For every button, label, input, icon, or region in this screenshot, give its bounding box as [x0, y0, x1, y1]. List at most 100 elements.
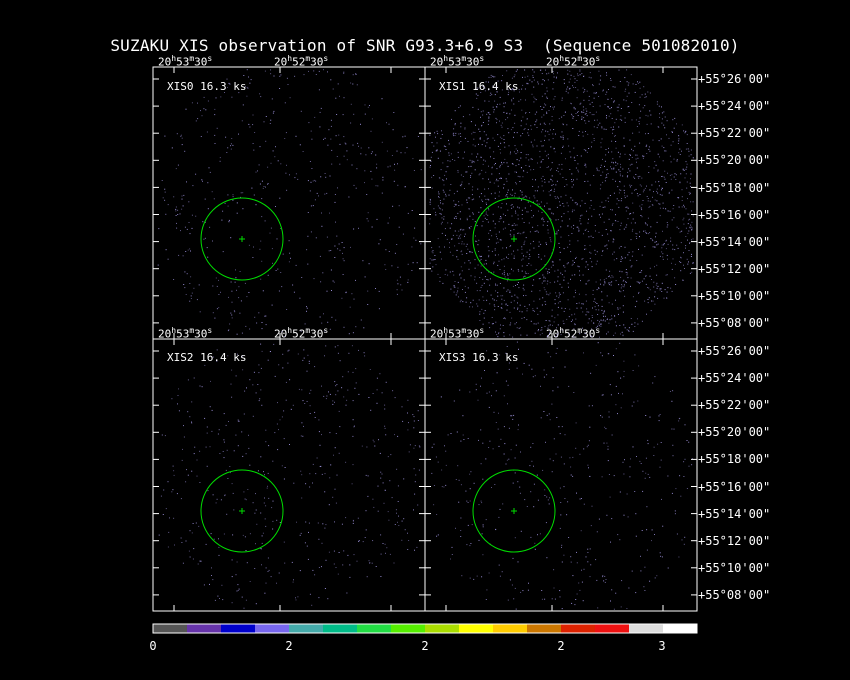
photon-dot — [443, 198, 445, 200]
photon-dot — [468, 208, 470, 209]
photon-dot — [498, 516, 500, 518]
photon-dot — [628, 587, 630, 589]
photon-dot — [611, 118, 613, 119]
photon-dot — [526, 118, 528, 120]
photon-dot — [539, 277, 541, 279]
photon-dot — [518, 327, 520, 329]
photon-dot — [509, 273, 511, 275]
photon-dot — [318, 195, 319, 197]
photon-dot — [676, 123, 677, 125]
photon-dot — [596, 169, 598, 171]
photon-dot — [639, 117, 641, 119]
photon-dot — [381, 98, 383, 100]
photon-dot — [553, 98, 555, 100]
photon-dot — [455, 204, 457, 206]
photon-dot — [201, 386, 203, 388]
photon-dot — [576, 178, 578, 180]
photon-dot — [666, 291, 668, 293]
photon-dot — [505, 463, 507, 465]
photon-dot — [215, 502, 217, 504]
photon-dot — [387, 511, 389, 513]
photon-dot — [571, 211, 573, 213]
photon-dot — [465, 490, 467, 492]
photon-dot — [503, 395, 505, 397]
photon-dot — [300, 532, 302, 534]
photon-dot — [578, 302, 580, 304]
photon-dot — [229, 323, 231, 325]
photon-dot — [387, 222, 389, 224]
photon-dot — [589, 426, 591, 428]
photon-dot — [468, 268, 470, 270]
photon-dot — [560, 152, 562, 154]
photon-dot — [282, 367, 284, 369]
photon-dot — [373, 506, 375, 508]
photon-dot — [647, 198, 649, 199]
photon-dot — [270, 576, 272, 578]
photon-dot — [625, 226, 627, 228]
photon-dot — [559, 527, 561, 529]
photon-dot — [302, 435, 304, 437]
photon-dot — [530, 243, 532, 245]
photon-dot — [676, 533, 678, 535]
photon-dot — [553, 129, 555, 130]
photon-dot — [280, 272, 282, 273]
photon-dot — [453, 132, 455, 134]
photon-dot — [629, 139, 631, 141]
photon-dot — [501, 163, 503, 165]
photon-dot — [417, 410, 419, 412]
photon-dot — [407, 549, 409, 550]
photon-dot — [647, 473, 649, 475]
photon-dot — [509, 153, 511, 155]
photon-dot — [619, 170, 621, 172]
photon-dot — [416, 262, 418, 264]
photon-dot — [313, 278, 315, 280]
photon-dot — [509, 290, 511, 292]
photon-dot — [164, 435, 166, 437]
photon-dot — [511, 207, 513, 209]
photon-dot — [583, 99, 585, 101]
photon-dot — [263, 186, 265, 187]
photon-dot — [615, 299, 616, 301]
photon-dot — [472, 106, 474, 108]
photon-dot — [511, 77, 513, 79]
photon-dot — [333, 563, 335, 565]
photon-dot — [635, 236, 637, 237]
photon-dot — [493, 411, 495, 413]
photon-dot — [280, 163, 282, 165]
photon-dot — [358, 393, 360, 395]
photon-dot — [206, 432, 208, 434]
photon-dot — [607, 173, 609, 175]
photon-dot — [254, 316, 256, 318]
photon-dot — [504, 443, 506, 445]
photon-dot — [627, 207, 629, 209]
photon-dot — [619, 229, 621, 231]
photon-dot — [659, 156, 660, 158]
photon-dot — [668, 192, 670, 194]
photon-dot — [315, 74, 317, 75]
photon-dot — [488, 100, 490, 102]
photon-dot — [385, 249, 387, 251]
photon-dot — [479, 255, 481, 257]
photon-dot — [194, 446, 196, 448]
photon-dot — [396, 512, 397, 514]
photon-dot — [500, 177, 502, 179]
photon-dot — [450, 288, 452, 290]
photon-dot — [231, 369, 233, 371]
photon-dot — [493, 109, 495, 111]
photon-dot — [500, 324, 501, 326]
photon-dot — [523, 276, 525, 278]
photon-dot — [325, 398, 327, 400]
photon-dot — [259, 93, 261, 95]
photon-dot — [618, 69, 620, 71]
photon-dot — [567, 205, 569, 207]
photon-dot — [370, 170, 372, 172]
photon-dot — [494, 100, 496, 102]
photon-dot — [257, 384, 259, 385]
photon-dot — [214, 143, 216, 144]
photon-dot — [360, 123, 361, 125]
photon-dot — [542, 175, 544, 177]
photon-dot — [246, 387, 247, 389]
photon-dot — [481, 502, 483, 504]
photon-dot — [570, 156, 572, 158]
photon-dot — [435, 456, 437, 458]
